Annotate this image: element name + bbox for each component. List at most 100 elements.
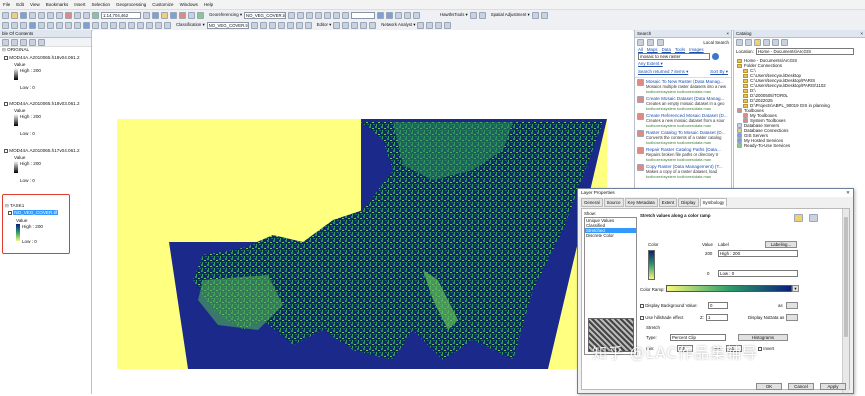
network-tool-icon[interactable]: [417, 21, 425, 29]
low-label-field[interactable]: Low : 0: [718, 270, 798, 277]
pan-icon[interactable]: [20, 21, 27, 29]
menu-edit[interactable]: Edit: [16, 2, 24, 7]
georef-tool-icon-2[interactable]: [296, 11, 304, 19]
copy-icon[interactable]: [47, 11, 54, 19]
edit-tool-icon-3[interactable]: [351, 21, 359, 29]
stretch-type-select[interactable]: Percent Clip: [670, 334, 726, 341]
invert-checkbox[interactable]: [758, 346, 762, 351]
hillshade-checkbox[interactable]: [640, 315, 644, 320]
network-tool-icon-2[interactable]: [426, 21, 434, 29]
menu-geoprocessing[interactable]: Geoprocessing: [116, 2, 146, 7]
menu-help[interactable]: Help: [204, 2, 213, 7]
location-field[interactable]: Home - Documents\ArcGIS: [755, 48, 854, 55]
python-icon[interactable]: [188, 11, 195, 19]
effects-icon[interactable]: [394, 11, 402, 19]
result-count[interactable]: Search returned 7 items ▾: [638, 69, 688, 75]
georef-tool-icon-5[interactable]: [323, 11, 331, 19]
cut-icon[interactable]: [38, 11, 45, 19]
group-task1[interactable]: ⊟ TASK1: [5, 203, 24, 209]
add-data-icon[interactable]: [92, 11, 99, 19]
layer-visibility-checkbox[interactable]: [4, 55, 8, 60]
layer-visibility-checkbox[interactable]: [4, 101, 8, 106]
toc-options-icon[interactable]: [38, 38, 45, 46]
tab-key-metadata[interactable]: Key Metadata: [624, 198, 658, 207]
search-back-icon[interactable]: [637, 39, 644, 46]
editor-toolbar-icon[interactable]: [143, 11, 150, 19]
hawths-icon[interactable]: [469, 11, 477, 19]
menu-bookmarks[interactable]: Bookmarks: [46, 2, 69, 7]
tab-symbology[interactable]: Symbology: [699, 198, 728, 207]
swipe-icon[interactable]: [376, 11, 384, 19]
redo-icon[interactable]: [83, 11, 90, 19]
nodata-color-picker[interactable]: [786, 314, 798, 321]
hyperlink-icon[interactable]: [110, 21, 117, 29]
edit-tool-icon-5[interactable]: [369, 21, 377, 29]
labeling-button[interactable]: Labeling...: [765, 241, 797, 248]
model-builder-icon[interactable]: [197, 11, 204, 19]
save-icon[interactable]: [20, 11, 27, 19]
search-input[interactable]: mosaic to new raster: [638, 53, 710, 60]
ok-button[interactable]: OK: [756, 383, 782, 390]
fixed-zoom-icon[interactable]: [38, 21, 45, 29]
georef-tool-icon-6[interactable]: [332, 11, 340, 19]
histograms-button[interactable]: Histograms: [738, 334, 788, 341]
identify-icon[interactable]: [83, 21, 90, 29]
paste-icon[interactable]: [56, 11, 63, 19]
classification-menu[interactable]: Classification ▾: [176, 22, 205, 28]
search-tab-images[interactable]: Images: [689, 47, 703, 52]
go-forward-icon[interactable]: [56, 21, 63, 29]
network-analyst-menu[interactable]: Network Analyst ▾: [381, 22, 415, 28]
undo-icon[interactable]: [74, 11, 81, 19]
select-features-icon[interactable]: [65, 21, 72, 29]
cancel-button[interactable]: Cancel: [788, 383, 814, 390]
print-icon[interactable]: [29, 11, 36, 19]
search-result[interactable]: Create Referenced Mosaic Dataset (D... C…: [637, 113, 729, 128]
extent-dropdown[interactable]: Any Extent ▾: [638, 61, 663, 66]
z-factor-field[interactable]: 1: [706, 314, 728, 321]
menu-windows[interactable]: Windows: [180, 2, 198, 7]
menu-customize[interactable]: Customize: [152, 2, 173, 7]
draw-icon-3[interactable]: [155, 21, 162, 29]
editor-menu[interactable]: Editor ▾: [317, 22, 332, 28]
go-back-icon[interactable]: [47, 21, 54, 29]
measure-icon[interactable]: [101, 21, 108, 29]
views-icon[interactable]: [781, 39, 788, 46]
toc-layer-1[interactable]: MOD44A.A2010065.h18v04.061.2: [4, 55, 80, 60]
search-result[interactable]: Repair Raster Catalog Paths (Data... Rep…: [637, 147, 729, 162]
menu-selection[interactable]: Selection: [92, 2, 111, 7]
open-icon[interactable]: [11, 11, 18, 19]
layer-visibility-checkbox[interactable]: [8, 210, 12, 215]
tab-extent[interactable]: Extent: [658, 198, 678, 207]
find-icon[interactable]: [92, 21, 99, 29]
georef-layer-select[interactable]: NO_VEG_COVER.tif: [243, 11, 286, 19]
background-value-field[interactable]: 0: [708, 302, 728, 309]
zoom-in-icon[interactable]: [2, 21, 9, 29]
edit-tool-icon[interactable]: [333, 21, 341, 29]
search-icon[interactable]: [712, 53, 719, 60]
close-icon[interactable]: ×: [860, 31, 863, 36]
apply-button[interactable]: Apply: [820, 383, 846, 390]
time-slider-icon[interactable]: [128, 21, 135, 29]
menu-view[interactable]: View: [30, 2, 40, 7]
connect-folder-icon[interactable]: [772, 39, 779, 46]
zoom-out-icon[interactable]: [11, 21, 18, 29]
list-by-visibility-icon[interactable]: [20, 38, 27, 46]
spatial-adjust-icon-2[interactable]: [540, 11, 548, 19]
html-popup-icon[interactable]: [119, 21, 126, 29]
search-tab-data[interactable]: Data: [662, 47, 671, 52]
classification-tool-icon-3[interactable]: [268, 21, 276, 29]
background-color-picker[interactable]: [786, 302, 798, 309]
high-label-field[interactable]: High : 200: [718, 250, 798, 257]
spatial-adjustment-menu[interactable]: Spatial Adjustment ▾: [491, 12, 530, 18]
search-window-icon[interactable]: [170, 11, 177, 19]
sort-by-dropdown[interactable]: Sort By ▾: [710, 69, 728, 75]
spatial-adjust-icon[interactable]: [531, 11, 539, 19]
edit-tool-icon-4[interactable]: [360, 21, 368, 29]
toc-layer-3[interactable]: MOD44A.A2010065.h17v04.061.2: [4, 148, 80, 153]
georef-tool-icon-4[interactable]: [314, 11, 322, 19]
draw-icon-2[interactable]: [146, 21, 153, 29]
search-tab-all[interactable]: All: [638, 47, 643, 52]
new-map-icon[interactable]: [2, 11, 9, 19]
search-result[interactable]: Create Mosaic Dataset (Data Manag... Cre…: [637, 96, 729, 111]
back-icon[interactable]: [736, 39, 743, 46]
